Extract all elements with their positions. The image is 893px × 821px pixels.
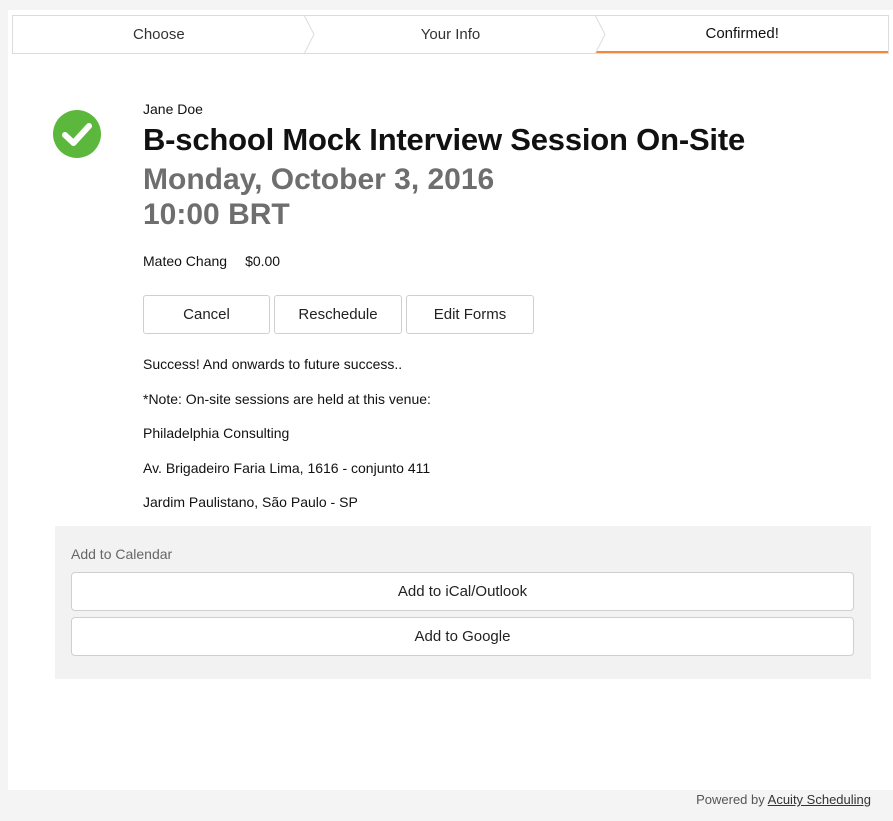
check-circle-icon (53, 110, 101, 158)
step-separator (594, 15, 606, 54)
venue-city: Jardim Paulistano, São Paulo - SP (143, 494, 358, 510)
edit-forms-button[interactable]: Edit Forms (406, 295, 534, 334)
appointment-meta: Mateo Chang $0.00 (143, 253, 280, 269)
step-label: Confirmed! (705, 25, 779, 42)
appointment-actions: Cancel Reschedule Edit Forms (143, 295, 534, 334)
appointment-price: $0.00 (245, 253, 281, 269)
reschedule-button[interactable]: Reschedule (274, 295, 402, 334)
powered-by-footer: Powered by Acuity Scheduling (696, 792, 871, 807)
acuity-scheduling-link[interactable]: Acuity Scheduling (768, 792, 871, 807)
note-line: Success! And onwards to future success.. (143, 356, 403, 372)
step-your-info[interactable]: Your Info (305, 15, 606, 54)
cancel-button[interactable]: Cancel (143, 295, 270, 334)
add-to-calendar-label: Add to Calendar (71, 546, 173, 562)
step-label: Your Info (420, 26, 481, 43)
step-separator (303, 15, 315, 54)
venue-name: Philadelphia Consulting (143, 425, 290, 441)
appointment-time: 10:00 BRT (143, 198, 290, 231)
attendee-name: Jane Doe (143, 101, 203, 117)
step-confirmed: Confirmed! (596, 16, 889, 53)
add-to-calendar-panel: Add to Calendar Add to iCal/Outlook Add … (55, 526, 871, 679)
progress-steps: Choose Your Info Confirmed! (12, 15, 889, 54)
venue-address: Av. Brigadeiro Faria Lima, 1616 - conjun… (143, 459, 431, 476)
step-choose[interactable]: Choose (13, 15, 315, 54)
footer-prefix: Powered by (696, 792, 765, 807)
calendar-owner: Mateo Chang (143, 253, 228, 269)
note-line: *Note: On-site sessions are held at this… (143, 390, 431, 407)
appointment-date: Monday, October 3, 2016 (143, 163, 495, 196)
confirmation-notes: Success! And onwards to future success..… (143, 356, 431, 529)
add-to-ical-button[interactable]: Add to iCal/Outlook (71, 572, 854, 611)
step-label: Choose (132, 26, 185, 43)
appointment-title: B-school Mock Interview Session On-Site (143, 122, 745, 157)
add-to-google-button[interactable]: Add to Google (71, 617, 854, 656)
